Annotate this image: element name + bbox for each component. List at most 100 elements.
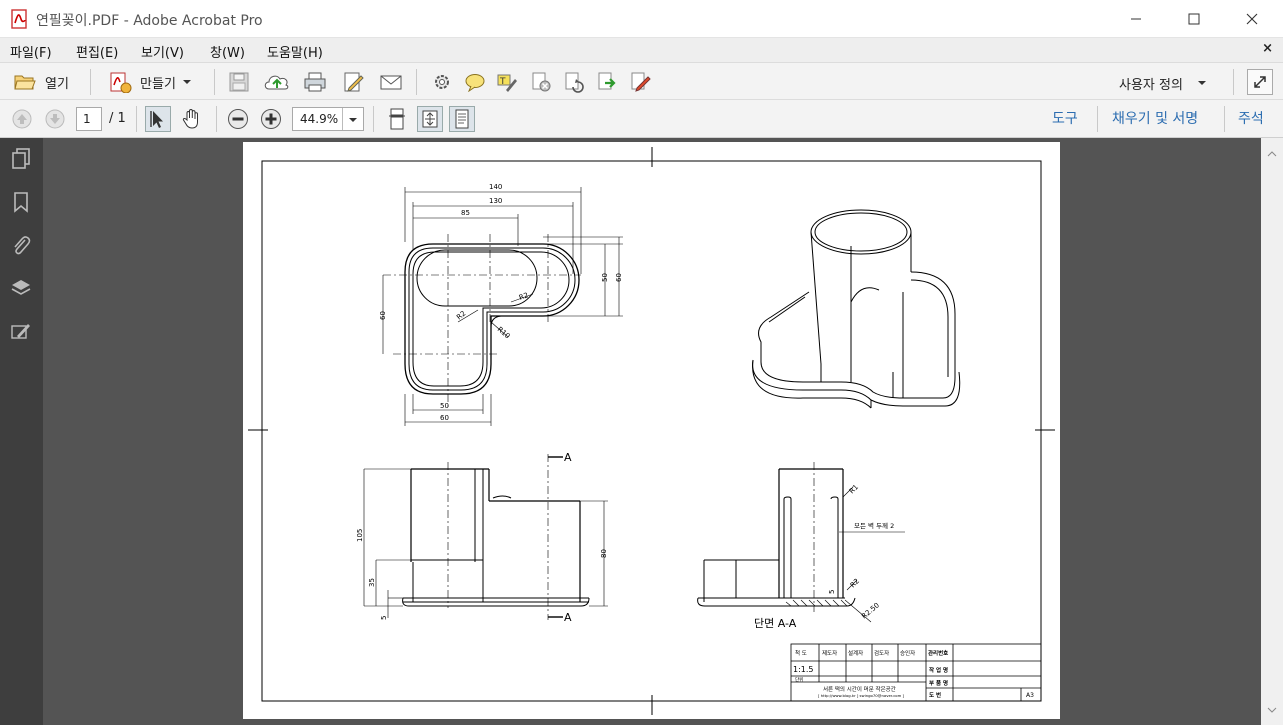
menu-help[interactable]: 도움말(H): [267, 42, 323, 61]
save-icon: [229, 72, 249, 92]
designer-label: 설계자: [848, 649, 863, 657]
open-label: 열기: [45, 76, 69, 92]
settings-button[interactable]: [429, 70, 455, 94]
signatures-icon[interactable]: [9, 319, 33, 343]
menu-window[interactable]: 창(W): [210, 42, 245, 61]
scale-label: 척 도: [795, 649, 807, 657]
customize-label[interactable]: 사용자 정의: [1119, 74, 1183, 93]
dim-60: 60: [440, 414, 449, 422]
attachment-icon[interactable]: [9, 233, 33, 257]
hand-icon: [182, 108, 198, 129]
edit-document-button[interactable]: [340, 70, 368, 94]
create-label: 만들기: [140, 76, 176, 92]
section-r1: R1: [848, 483, 860, 495]
chevron-down-icon: [182, 80, 191, 84]
hand-tool-button[interactable]: [178, 106, 204, 132]
email-button[interactable]: [377, 70, 405, 94]
title-bar: 연필꽂이.PDF - Adobe Acrobat Pro: [0, 0, 1283, 38]
dim-140: 140: [489, 183, 502, 191]
upload-cloud-button[interactable]: [262, 70, 292, 94]
toolbar-divider: [136, 106, 137, 132]
menu-view[interactable]: 보기(V): [141, 42, 184, 61]
toolbar-divider: [214, 69, 215, 95]
sign-document-icon: [631, 72, 651, 92]
minimize-icon: [1131, 18, 1141, 20]
cloud-upload-icon: [264, 75, 289, 90]
section-marker-bottom: A: [564, 611, 572, 624]
single-page-icon: [455, 109, 469, 129]
rotate-page-button[interactable]: [561, 70, 587, 94]
scroll-down-icon[interactable]: [1267, 706, 1277, 714]
minimize-button[interactable]: [1107, 0, 1165, 38]
next-page-button[interactable]: [43, 107, 67, 131]
page-total: / 1: [109, 111, 126, 126]
expand-icon: [1254, 76, 1266, 88]
dim-80: 80: [600, 549, 608, 558]
page-number-input[interactable]: 1: [76, 107, 102, 131]
comment-button[interactable]: [462, 70, 488, 94]
fill-and-sign-link[interactable]: 채우기 및 서명: [1112, 108, 1198, 128]
approver-label: 승인자: [900, 649, 915, 657]
select-tool-button[interactable]: [145, 106, 171, 132]
dim-85: 85: [461, 209, 470, 217]
zoom-out-button[interactable]: [226, 107, 250, 131]
bookmark-icon[interactable]: [9, 190, 33, 214]
zoom-in-button[interactable]: [259, 107, 283, 131]
vertical-scrollbar[interactable]: [1261, 138, 1283, 725]
toolbar-divider: [373, 106, 374, 132]
menu-edit[interactable]: 편집(E): [76, 42, 118, 61]
save-button[interactable]: [226, 70, 252, 94]
tools-link[interactable]: 도구: [1052, 108, 1078, 128]
single-page-view-button[interactable]: [449, 106, 475, 132]
close-button[interactable]: [1223, 0, 1281, 38]
page-thumbnails-icon[interactable]: [9, 146, 33, 170]
chevron-down-icon: [349, 118, 357, 122]
delete-page-button[interactable]: [528, 70, 554, 94]
section-label: 단면 A-A: [754, 617, 797, 630]
zoom-divider: [342, 108, 343, 130]
unit-label: 단위: [795, 676, 803, 683]
checker-label: 검도자: [874, 649, 889, 657]
folder-open-icon: [14, 75, 36, 90]
extract-page-button[interactable]: [594, 70, 620, 94]
comment-link[interactable]: 주석: [1238, 108, 1264, 128]
dim-105: 105: [356, 529, 364, 542]
chevron-down-icon[interactable]: [1197, 79, 1207, 87]
section-marker-top: A: [564, 451, 572, 464]
zoom-level-select[interactable]: 44.9%: [292, 107, 364, 131]
scroll-up-icon[interactable]: [1267, 150, 1277, 158]
section-r2: R2: [849, 577, 861, 589]
part-name-label: 부 품 명: [929, 679, 948, 687]
extract-pages-icon: [598, 72, 616, 90]
menu-file[interactable]: 파일(F): [10, 42, 52, 61]
toolbar-divider: [1224, 106, 1225, 132]
create-button[interactable]: 만들기: [104, 69, 196, 95]
open-button[interactable]: 열기: [8, 69, 74, 95]
fullscreen-button[interactable]: [1247, 69, 1273, 95]
previous-page-button[interactable]: [10, 107, 34, 131]
work-name-label: 작 업 명: [929, 666, 948, 674]
toolbar-divider: [90, 69, 91, 95]
print-button[interactable]: [301, 70, 329, 94]
sign-button[interactable]: [627, 70, 653, 94]
dim-r10: R10: [496, 325, 512, 340]
cursor-select-icon: [150, 111, 163, 128]
delete-pages-icon: [532, 72, 551, 92]
close-document-button[interactable]: ×: [1262, 41, 1273, 56]
highlight-button[interactable]: T: [494, 70, 520, 94]
email-icon: [380, 75, 402, 90]
toolbar-divider: [416, 69, 417, 95]
dim-5: 5: [380, 616, 388, 620]
dim-50: 50: [440, 402, 449, 410]
fit-page-button[interactable]: [417, 106, 443, 132]
scroll-mode-button[interactable]: [384, 106, 410, 132]
layers-icon[interactable]: [9, 276, 33, 300]
toolbar-divider: [1233, 69, 1234, 95]
svg-text:T: T: [499, 77, 506, 87]
drawing-number-label: 도 번: [929, 691, 941, 699]
maximize-button[interactable]: [1165, 0, 1223, 38]
navigation-pane: [0, 138, 43, 725]
edit-pdf-icon: [344, 72, 364, 92]
plus-circle-icon: [261, 109, 281, 129]
scale-value: 1:1.5: [793, 665, 814, 674]
